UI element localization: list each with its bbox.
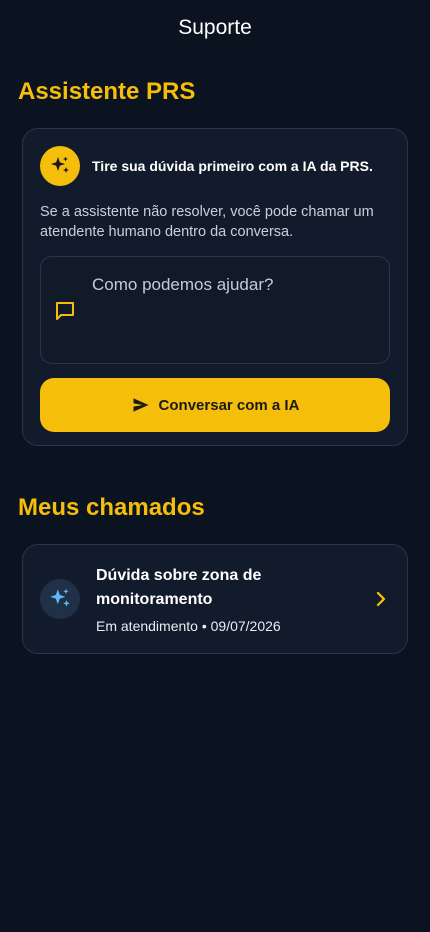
help-input[interactable] bbox=[92, 275, 377, 353]
assistant-header: Tire sua dúvida primeiro com a IA da PRS… bbox=[40, 146, 390, 186]
ticket-item[interactable]: Dúvida sobre zona de monitoramento Em at… bbox=[22, 544, 408, 654]
send-icon bbox=[133, 398, 149, 412]
assistant-card: Tire sua dúvida primeiro com a IA da PRS… bbox=[22, 128, 408, 446]
ticket-body: Dúvida sobre zona de monitoramento Em at… bbox=[96, 564, 372, 634]
page-title: Suporte bbox=[178, 16, 252, 39]
assistant-section-title: Assistente PRS bbox=[18, 78, 196, 105]
chevron-right-icon bbox=[376, 591, 386, 607]
chat-bubble-icon bbox=[56, 302, 74, 320]
ticket-title: Dúvida sobre zona de monitoramento bbox=[96, 567, 262, 608]
tickets-section-title: Meus chamados bbox=[18, 494, 205, 521]
assistant-headline: Tire sua dúvida primeiro com a IA da PRS… bbox=[92, 158, 373, 174]
sparkles-icon bbox=[40, 146, 80, 186]
chat-with-ai-label: Conversar com a IA bbox=[158, 396, 300, 414]
assistant-description: Se a assistente não resolver, você pode … bbox=[40, 204, 374, 240]
sparkles-icon bbox=[40, 579, 80, 619]
help-input-box[interactable] bbox=[40, 256, 390, 364]
ticket-meta: Em atendimento • 09/07/2026 bbox=[96, 618, 281, 634]
app-header: Suporte bbox=[0, 0, 430, 56]
chat-with-ai-button[interactable]: Conversar com a IA bbox=[40, 378, 390, 432]
